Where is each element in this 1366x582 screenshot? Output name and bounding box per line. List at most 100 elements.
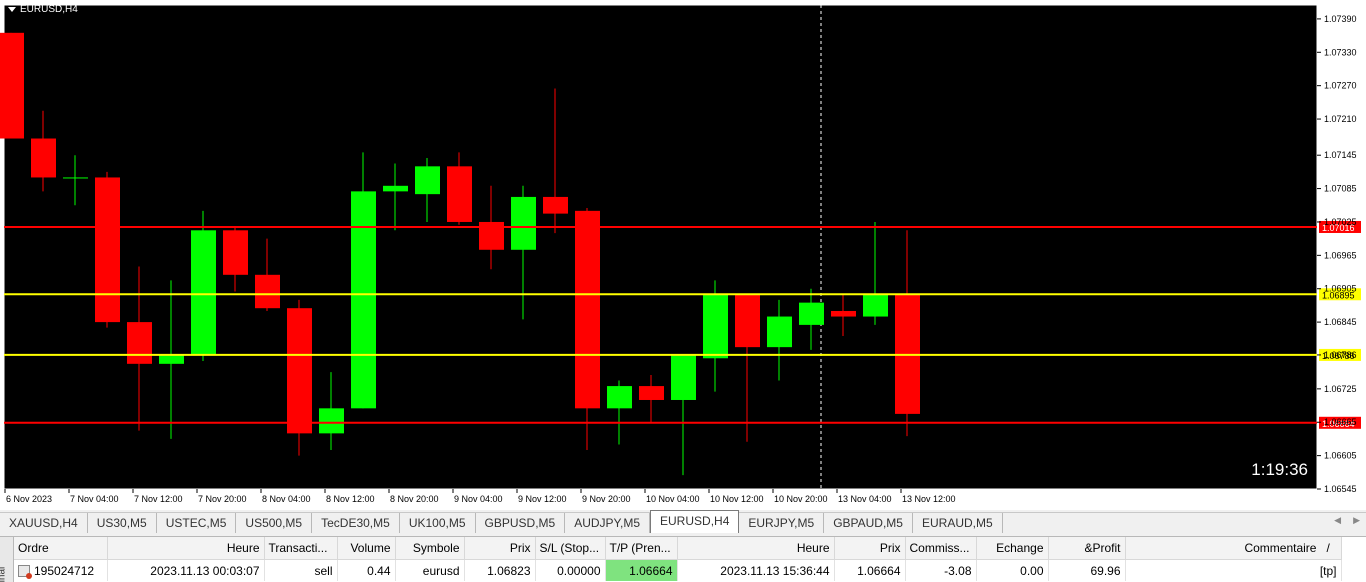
column-header-sl[interactable]: S/L (Stop... xyxy=(535,537,606,560)
time-axis-label: 9 Nov 12:00 xyxy=(518,494,567,504)
candle-body xyxy=(383,185,408,192)
tab-scroll-left-icon[interactable]: ◀ xyxy=(1334,515,1341,526)
time-axis-label: 10 Nov 04:00 xyxy=(646,494,700,504)
column-header-echange[interactable]: Echange xyxy=(976,537,1049,560)
tab-eurusd-h4[interactable]: EURUSD,H4 xyxy=(650,510,740,533)
commentaire-label: Commentaire xyxy=(1244,541,1317,555)
price-axis-label: 1.07330 xyxy=(1324,47,1357,57)
candle-body xyxy=(735,294,760,348)
column-header-commentaire[interactable]: Commentaire / xyxy=(1125,537,1342,560)
column-header-volume[interactable]: Volume xyxy=(337,537,396,560)
price-axis-label: 1.06845 xyxy=(1324,317,1357,327)
tab-ustec-m5[interactable]: USTEC,M5 xyxy=(157,513,237,533)
table-header-row: Ordre Heure Transacti... Volume Symbole … xyxy=(14,537,1342,560)
time-axis-label: 8 Nov 12:00 xyxy=(326,494,375,504)
chart-symbol-label: EURUSD,H4 xyxy=(20,4,78,15)
column-header-tp[interactable]: T/P (Pren... xyxy=(605,537,678,560)
candle-body xyxy=(575,210,600,409)
time-axis-label: 7 Nov 20:00 xyxy=(198,494,247,504)
chart-window: 1.07016 1.06895 1.06786 1.06664 1.07390 1.073… xyxy=(0,0,1366,510)
candle-body xyxy=(415,166,440,195)
bar-countdown-timer: 1:19:36 xyxy=(1251,460,1308,479)
time-axis-label: 9 Nov 20:00 xyxy=(582,494,631,504)
price-axis-label: 1.07390 xyxy=(1324,14,1357,24)
tab-us500-m5[interactable]: US500,M5 xyxy=(236,513,313,533)
candle-body xyxy=(31,138,56,178)
candle-body xyxy=(223,230,248,275)
candle-body xyxy=(831,310,856,317)
cell-volume: 0.44 xyxy=(337,559,396,581)
candle-body xyxy=(671,355,696,400)
chart-menu-triangle-icon[interactable] xyxy=(8,7,16,12)
candle-body xyxy=(767,316,792,348)
candle-body xyxy=(447,166,472,222)
tab-eurjpy-m5[interactable]: EURJPY,M5 xyxy=(739,513,825,533)
time-axis-label: 8 Nov 04:00 xyxy=(262,494,311,504)
time-axis-label: 13 Nov 12:00 xyxy=(902,494,956,504)
tab-uk100-m5[interactable]: UK100,M5 xyxy=(400,513,476,533)
tab-gbpusd-m5[interactable]: GBPUSD,M5 xyxy=(476,513,566,533)
column-header-commission[interactable]: Commiss... xyxy=(905,537,977,560)
column-header-prix[interactable]: Prix xyxy=(464,537,536,560)
candle-body xyxy=(255,274,280,309)
chart-tabs-bar: XAUUSD,H4 US30,M5 USTEC,M5 US500,M5 TecDE30,… xyxy=(0,510,1366,533)
terminal-side-strip: ✕ inal xyxy=(0,537,14,582)
price-chart[interactable]: 1.070161.068951.067861.066641.073901.073… xyxy=(0,0,1366,510)
terminal-side-label: inal xyxy=(0,566,8,582)
time-axis-label: 10 Nov 20:00 xyxy=(774,494,828,504)
candle-body xyxy=(159,355,184,364)
candle-body xyxy=(191,230,216,356)
candle-body xyxy=(703,294,728,359)
cell-commentaire: [tp] xyxy=(1125,559,1342,581)
price-axis-label: 1.07085 xyxy=(1324,184,1357,194)
cell-echange: 0.00 xyxy=(976,559,1049,581)
chart-title[interactable]: EURUSD,H4 xyxy=(8,4,78,15)
cell-prix-close: 1.06664 xyxy=(834,559,906,581)
column-header-symbole[interactable]: Symbole xyxy=(395,537,465,560)
price-axis-label: 1.06665 xyxy=(1324,417,1357,427)
candle-body xyxy=(287,308,312,434)
price-axis-label: 1.06545 xyxy=(1324,484,1357,494)
column-header-heure-close[interactable]: Heure xyxy=(677,537,835,560)
candle-body xyxy=(351,191,376,409)
column-header-transaction[interactable]: Transacti... xyxy=(264,537,338,560)
column-header-prix-close[interactable]: Prix xyxy=(834,537,906,560)
time-axis-label: 10 Nov 12:00 xyxy=(710,494,764,504)
candle-body xyxy=(543,196,568,214)
price-axis-label: 1.06786 xyxy=(1324,350,1357,360)
trade-history-table: Ordre Heure Transacti... Volume Symbole … xyxy=(14,537,1342,581)
column-header-heure[interactable]: Heure xyxy=(107,537,265,560)
tab-audjpy-m5[interactable]: AUDJPY,M5 xyxy=(565,513,651,533)
tab-us30-m5[interactable]: US30,M5 xyxy=(88,513,157,533)
order-number: 195024712 xyxy=(34,563,95,578)
tab-euraud-m5[interactable]: EURAUD,M5 xyxy=(913,513,1003,533)
candle-body xyxy=(863,294,888,317)
column-header-profit[interactable]: &Profit xyxy=(1048,537,1126,560)
candle-body xyxy=(607,386,632,409)
price-axis-label: 1.07210 xyxy=(1324,114,1357,124)
table-row[interactable]: 195024712 2023.11.13 00:03:07 sell 0.44 … xyxy=(14,559,1342,581)
price-axis-label: 1.06905 xyxy=(1324,284,1357,294)
cell-symbole: eurusd xyxy=(395,559,465,581)
cell-prix-open: 1.06823 xyxy=(464,559,536,581)
cell-ordre: 195024712 xyxy=(14,559,108,581)
tab-scroll-right-icon[interactable]: ▶ xyxy=(1353,515,1360,526)
time-axis-label: 7 Nov 12:00 xyxy=(134,494,183,504)
time-axis-label: 9 Nov 04:00 xyxy=(454,494,503,504)
price-axis-label: 1.06965 xyxy=(1324,250,1357,260)
price-axis-label: 1.06725 xyxy=(1324,384,1357,394)
tab-gbpaud-m5[interactable]: GBPAUD,M5 xyxy=(824,513,913,533)
tab-tecde30-m5[interactable]: TecDE30,M5 xyxy=(312,513,400,533)
closed-order-icon xyxy=(18,565,32,580)
sort-indicator: / xyxy=(1326,541,1330,555)
time-axis-label: 8 Nov 20:00 xyxy=(390,494,439,504)
candle-body xyxy=(0,32,24,139)
tab-xauusd-h4[interactable]: XAUUSD,H4 xyxy=(0,513,88,533)
candle-body xyxy=(95,177,120,323)
terminal-panel: ✕ inal Ordre Heure Transacti... Volume S… xyxy=(0,536,1366,582)
cell-profit: 69.96 xyxy=(1048,559,1126,581)
candle-body xyxy=(639,386,664,400)
price-axis-label: 1.07145 xyxy=(1324,150,1357,160)
candle-body xyxy=(799,302,824,325)
column-header-ordre[interactable]: Ordre xyxy=(14,537,108,560)
